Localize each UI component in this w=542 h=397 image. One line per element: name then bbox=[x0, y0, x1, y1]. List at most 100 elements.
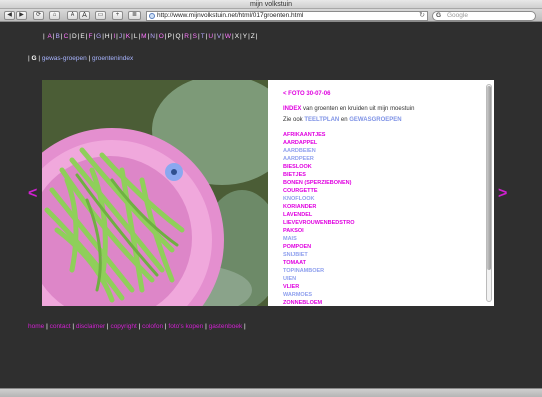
teeltplan-link[interactable]: TEELTPLAN bbox=[304, 117, 339, 123]
alphabet-link-d[interactable]: D bbox=[72, 33, 77, 40]
vegetable-link[interactable]: PAKSOI bbox=[283, 227, 355, 235]
index-label: INDEX bbox=[283, 106, 302, 112]
alphabet-link-n[interactable]: N bbox=[150, 33, 155, 40]
vegetable-link[interactable]: BONEN (SPERZIEBONEN) bbox=[283, 179, 355, 187]
alphabet-link-e[interactable]: E bbox=[80, 33, 84, 40]
text-smaller-button[interactable]: A bbox=[67, 11, 78, 20]
vegetable-link[interactable]: ZONNEBLOEM bbox=[283, 299, 355, 307]
alphabet-link-a[interactable]: A bbox=[48, 33, 52, 40]
alphabet-link-r[interactable]: R bbox=[184, 33, 189, 40]
alphabet-link-o[interactable]: O bbox=[159, 33, 164, 40]
vegetable-link[interactable]: LAVENDEL bbox=[283, 211, 355, 219]
vegetable-link[interactable]: UIEN bbox=[283, 275, 355, 283]
feed-button[interactable]: ≣ bbox=[128, 11, 141, 20]
browser-toolbar: ◀ ▶ ⟳ ⌂ A A ▭ + ≣ http://www.mijnvolkstu… bbox=[0, 9, 542, 22]
alphabet-link-x[interactable]: X bbox=[235, 33, 239, 40]
alphabet-link-l[interactable]: L bbox=[134, 33, 138, 40]
footer-link-contact[interactable]: contact bbox=[50, 323, 71, 330]
vegetable-link[interactable]: TOMAAT bbox=[283, 259, 355, 267]
alphabet-link-u[interactable]: U bbox=[208, 33, 213, 40]
see-also: Zie ook TEELTPLAN en GEWASGROEPEN bbox=[283, 117, 402, 123]
next-arrow[interactable]: > bbox=[498, 185, 507, 203]
print-icon: ▭ bbox=[97, 12, 104, 18]
alphabet-link-i[interactable]: I bbox=[113, 33, 115, 40]
footer-link-home[interactable]: home bbox=[28, 323, 44, 330]
alphabet-link-s[interactable]: S bbox=[193, 33, 197, 40]
font-large-icon: A bbox=[82, 12, 87, 19]
vegetable-photo bbox=[42, 80, 268, 306]
globe-icon bbox=[149, 13, 155, 19]
alphabet-link-g[interactable]: G bbox=[96, 33, 101, 40]
add-bookmark-button[interactable]: + bbox=[112, 11, 123, 20]
vegetable-link[interactable]: VLIER bbox=[283, 283, 355, 291]
index-heading: INDEX van groenten en kruiden uit mijn m… bbox=[283, 106, 414, 112]
alphabet-link-b[interactable]: B bbox=[56, 33, 60, 40]
vegetable-link[interactable]: BIETJES bbox=[283, 171, 355, 179]
alphabet-link-w[interactable]: W bbox=[225, 33, 231, 40]
plus-icon: + bbox=[115, 12, 120, 18]
window-title: mijn volkstuin bbox=[249, 1, 292, 8]
alphabet-link-p[interactable]: P bbox=[167, 33, 171, 40]
vegetable-link[interactable]: COURGETTE bbox=[283, 187, 355, 195]
alphabet-link-f[interactable]: F bbox=[88, 33, 92, 40]
breadcrumb: | G | gewas-groepen | groentenindex bbox=[28, 55, 134, 62]
beans-bowl-image bbox=[42, 80, 268, 306]
vegetable-link[interactable]: SNIJBIET bbox=[283, 251, 355, 259]
home-icon: ⌂ bbox=[52, 12, 57, 18]
vegetable-link[interactable]: WARMOES bbox=[283, 291, 355, 299]
footer-nav: home | contact | disclaimer | copyright … bbox=[28, 323, 246, 330]
address-bar[interactable]: http://www.mijnvolkstuin.net/html/017gro… bbox=[146, 11, 428, 21]
index-text: van groenten en kruiden uit mijn moestui… bbox=[301, 106, 415, 112]
forward-button[interactable]: ▶ bbox=[16, 11, 27, 20]
vegetable-link[interactable]: POMPOEN bbox=[283, 243, 355, 251]
breadcrumb-gewas-groepen-link[interactable]: gewas-groepen bbox=[42, 55, 87, 62]
print-button[interactable]: ▭ bbox=[95, 11, 106, 20]
vegetable-link[interactable]: MAIS bbox=[283, 235, 355, 243]
alphabet-nav: | A|B|C|D|E|F|G|H|I|J|K|L|M|N|O|P|Q|R|S|… bbox=[43, 33, 258, 40]
forward-icon: ▶ bbox=[19, 12, 24, 18]
footer-link-copyright[interactable]: copyright bbox=[110, 323, 136, 330]
alphabet-link-y[interactable]: Y bbox=[243, 33, 247, 40]
alphabet-link-c[interactable]: C bbox=[64, 33, 69, 40]
foto-back-link[interactable]: < FOTO 30-07-06 bbox=[283, 91, 330, 97]
vegetable-link[interactable]: KORIANDER bbox=[283, 203, 355, 211]
breadcrumb-groentenindex-link[interactable]: groentenindex bbox=[92, 55, 133, 62]
footer-link-disclaimer[interactable]: disclaimer bbox=[76, 323, 105, 330]
alphabet-link-j[interactable]: J bbox=[119, 33, 122, 40]
vegetable-link[interactable]: AARDBEIEN bbox=[283, 147, 355, 155]
window-titlebar: mijn volkstuin bbox=[0, 0, 542, 9]
vegetable-link[interactable]: AARDAPPEL bbox=[283, 139, 355, 147]
reload-icon: ⟳ bbox=[35, 12, 42, 18]
vegetable-link[interactable]: AFRIKAANTJES bbox=[283, 131, 355, 139]
index-panel: < FOTO 30-07-06 INDEX van groenten en kr… bbox=[268, 80, 494, 306]
see-also-label: Zie ook bbox=[283, 117, 305, 123]
alphabet-link-z[interactable]: Z bbox=[251, 33, 255, 40]
google-icon: G bbox=[436, 12, 442, 19]
prev-arrow[interactable]: < bbox=[28, 185, 37, 203]
alphabet-link-v[interactable]: V bbox=[217, 33, 221, 40]
font-small-icon: A bbox=[70, 12, 75, 18]
alphabet-link-t[interactable]: T bbox=[201, 33, 205, 40]
vegetable-link[interactable]: TOPINAMBOER bbox=[283, 267, 355, 275]
search-placeholder: Google bbox=[447, 12, 468, 19]
vegetable-link[interactable]: BIESLOOK bbox=[283, 163, 355, 171]
alphabet-link-q[interactable]: Q bbox=[176, 33, 181, 40]
reload-button[interactable]: ⟳ bbox=[33, 11, 44, 20]
footer-link-foto-s-kopen[interactable]: foto's kopen bbox=[168, 323, 203, 330]
vegetable-link[interactable]: LIEVEVROUWENBEDSTRO bbox=[283, 219, 355, 227]
url-text: http://www.mijnvolkstuin.net/html/017gro… bbox=[157, 12, 304, 19]
reload-small-icon[interactable]: ↻ bbox=[419, 12, 425, 20]
gewasgroepen-link[interactable]: GEWASGROEPEN bbox=[349, 117, 401, 123]
alphabet-link-k[interactable]: K bbox=[126, 33, 130, 40]
footer-link-colofon[interactable]: colofon bbox=[142, 323, 163, 330]
back-button[interactable]: ◀ bbox=[4, 11, 15, 20]
home-button[interactable]: ⌂ bbox=[49, 11, 60, 20]
vegetable-link[interactable]: KNOFLOOK bbox=[283, 195, 355, 203]
footer-link-gastenboek[interactable]: gastenboek bbox=[209, 323, 243, 330]
scrollbar-thumb[interactable] bbox=[487, 86, 491, 270]
vegetable-link[interactable]: AARDPEER bbox=[283, 155, 355, 163]
alphabet-link-m[interactable]: M bbox=[141, 33, 146, 40]
search-field[interactable]: G Google bbox=[432, 11, 536, 21]
text-bigger-button[interactable]: A bbox=[79, 11, 90, 20]
alphabet-link-h[interactable]: H bbox=[105, 33, 110, 40]
